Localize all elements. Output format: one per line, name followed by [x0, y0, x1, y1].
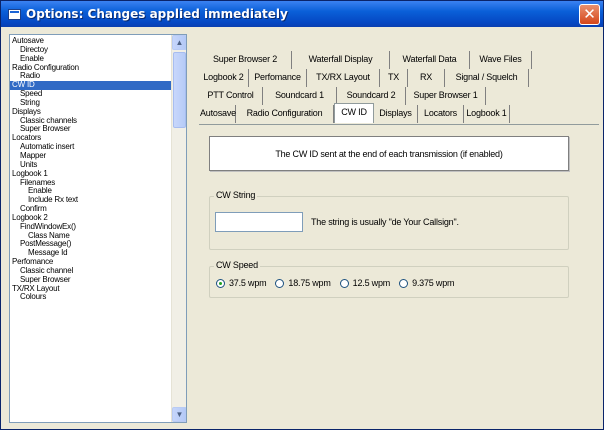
app-icon — [8, 8, 21, 20]
tab-wave-files[interactable]: Wave Files — [470, 51, 532, 69]
tab-cw-id[interactable]: CW ID — [334, 103, 374, 123]
speed-radio-label: 12.5 wpm — [352, 278, 391, 288]
speed-radio-label: 37.5 wpm — [229, 278, 267, 288]
tab-ptt-control[interactable]: PTT Control — [199, 87, 263, 105]
speed-radio-37-5-wpm[interactable]: 37.5 wpm — [216, 278, 267, 288]
speed-radio-label: 18.75 wpm — [288, 278, 331, 288]
close-icon: ✕ — [583, 5, 596, 23]
chevron-up-icon: ▲ — [175, 38, 184, 47]
scroll-down-button[interactable]: ▼ — [172, 407, 186, 422]
tab-radio-configuration[interactable]: Radio Configuration — [236, 105, 334, 123]
options-tree: Autosave Directoy Enable Radio Configuratio… — [9, 34, 187, 423]
description-text: The CW ID sent at the end of each transm… — [275, 148, 503, 159]
cw-string-group-label: CW String — [214, 190, 258, 200]
tree-scrollbar[interactable]: ▲ ▼ — [171, 35, 186, 422]
chevron-down-icon: ▼ — [175, 410, 184, 419]
tab-soundcard-1[interactable]: Soundcard 1 — [263, 87, 337, 105]
tab-displays[interactable]: Displays — [374, 105, 418, 123]
tab-logbook-1[interactable]: Logbook 1 — [464, 105, 510, 123]
tab-row: Autosave Radio Configuration CW ID Displays… — [199, 103, 510, 123]
speed-radio-12-5-wpm[interactable]: 12.5 wpm — [339, 278, 391, 288]
description-box: The CW ID sent at the end of each transm… — [209, 136, 569, 171]
radio-button-icon[interactable] — [275, 278, 285, 288]
close-button[interactable]: ✕ — [579, 4, 600, 25]
tree-item-colours[interactable]: Colours — [10, 293, 172, 302]
tab-super-browser-2[interactable]: Super Browser 2 — [199, 51, 292, 69]
tab-tx-rx-layout[interactable]: TX/RX Layout — [307, 69, 380, 87]
tabs-area: Super Browser 2 Waterfall Display Waterfal… — [199, 51, 599, 423]
tab-tx[interactable]: TX — [380, 69, 408, 87]
speed-radio-label: 9.375 wpm — [412, 278, 455, 288]
cw-string-input[interactable] — [215, 212, 303, 232]
tab-rx[interactable]: RX — [408, 69, 445, 87]
cw-speed-group: CW Speed 37.5 wpm 18.75 wpm 12.5 wpm 9.375 … — [209, 260, 569, 298]
tab-perfomance[interactable]: Perfomance — [249, 69, 307, 87]
tab-signal-squelch[interactable]: Signal / Squelch — [445, 69, 529, 87]
tab-waterfall-data[interactable]: Waterfall Data — [390, 51, 470, 69]
speed-radio-9-375-wpm[interactable]: 9.375 wpm — [399, 278, 455, 288]
cw-id-tab-panel: The CW ID sent at the end of each transm… — [199, 124, 599, 424]
tab-row: Logbook 2 Perfomance TX/RX Layout TX RX Signa… — [199, 69, 529, 87]
options-window: Options: Changes applied immediately ✕ A… — [0, 0, 604, 430]
tab-logbook-2[interactable]: Logbook 2 — [199, 69, 249, 87]
window-title: Options: Changes applied immediately — [26, 7, 288, 21]
cw-string-group: CW String The string is usually "de Your… — [209, 190, 569, 250]
cw-speed-group-label: CW Speed — [214, 260, 260, 270]
speed-options: 37.5 wpm 18.75 wpm 12.5 wpm 9.375 wpm — [216, 278, 463, 288]
tab-waterfall-display[interactable]: Waterfall Display — [292, 51, 390, 69]
tab-super-browser-1[interactable]: Super Browser 1 — [406, 87, 486, 105]
radio-button-icon[interactable] — [339, 278, 349, 288]
speed-radio-18-75-wpm[interactable]: 18.75 wpm — [275, 278, 331, 288]
radio-button-icon[interactable] — [399, 278, 409, 288]
tab-locators[interactable]: Locators — [418, 105, 464, 123]
scroll-thumb[interactable] — [173, 52, 186, 128]
tree-list: Autosave Directoy Enable Radio Configuratio… — [10, 36, 172, 302]
cw-string-hint: The string is usually "de Your Callsign"… — [311, 217, 459, 227]
title-bar[interactable]: Options: Changes applied immediately ✕ — [1, 1, 603, 27]
tab-row: Super Browser 2 Waterfall Display Waterfal… — [199, 51, 532, 69]
radio-button-icon[interactable] — [216, 278, 225, 288]
scroll-up-button[interactable]: ▲ — [172, 35, 186, 50]
tab-autosave[interactable]: Autosave — [199, 105, 236, 123]
